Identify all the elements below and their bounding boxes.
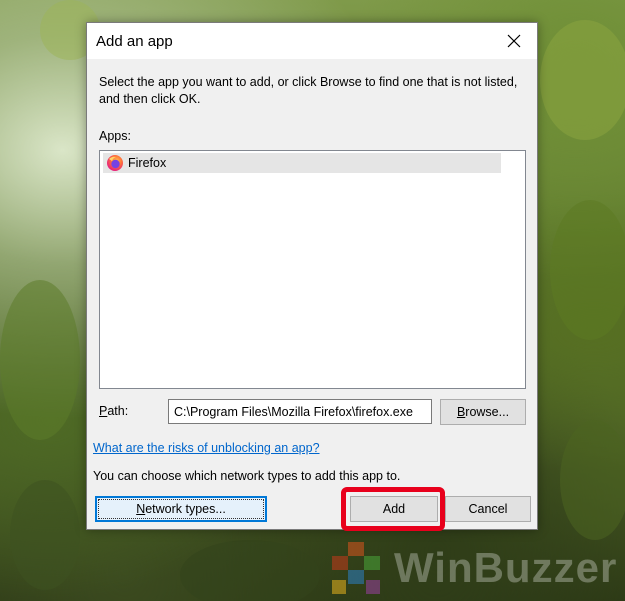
close-icon (507, 34, 521, 48)
network-label-rest: etwork types... (145, 502, 226, 516)
risks-link[interactable]: What are the risks of unblocking an app? (93, 441, 320, 455)
watermark: WinBuzzer (326, 538, 625, 598)
path-label: Path: (99, 404, 128, 418)
instructions-text: Select the app you want to add, or click… (99, 75, 518, 106)
network-types-button[interactable]: Network types... (95, 496, 267, 522)
network-types-text: You can choose which network types to ad… (93, 469, 401, 483)
watermark-logo-icon (332, 542, 380, 594)
network-mnemonic: N (136, 502, 146, 516)
add-app-dialog: Add an app Select the app you want to ad… (86, 22, 538, 531)
path-input[interactable] (168, 399, 432, 424)
list-item[interactable]: Firefox (103, 153, 501, 173)
cancel-button-label: Cancel (468, 502, 508, 516)
dialog-titlebar: Add an app (87, 23, 537, 59)
close-button[interactable] (491, 23, 537, 59)
watermark-text: WinBuzzer (394, 544, 618, 591)
app-name: Firefox (128, 156, 167, 170)
cancel-button[interactable]: Cancel (445, 496, 531, 522)
apps-list[interactable]: Firefox (99, 150, 526, 389)
path-label-rest: ath: (107, 404, 129, 418)
browse-mnemonic: B (456, 405, 466, 419)
apps-label: Apps: (99, 129, 131, 143)
firefox-icon (107, 155, 123, 171)
add-button-label: Add (382, 502, 406, 516)
browse-button[interactable]: Browse... (440, 399, 526, 425)
add-button[interactable]: Add (350, 496, 438, 522)
focus-ring: Network types... (98, 499, 264, 519)
dialog-title: Add an app (96, 33, 173, 50)
browse-label-rest: rowse... (465, 405, 510, 419)
